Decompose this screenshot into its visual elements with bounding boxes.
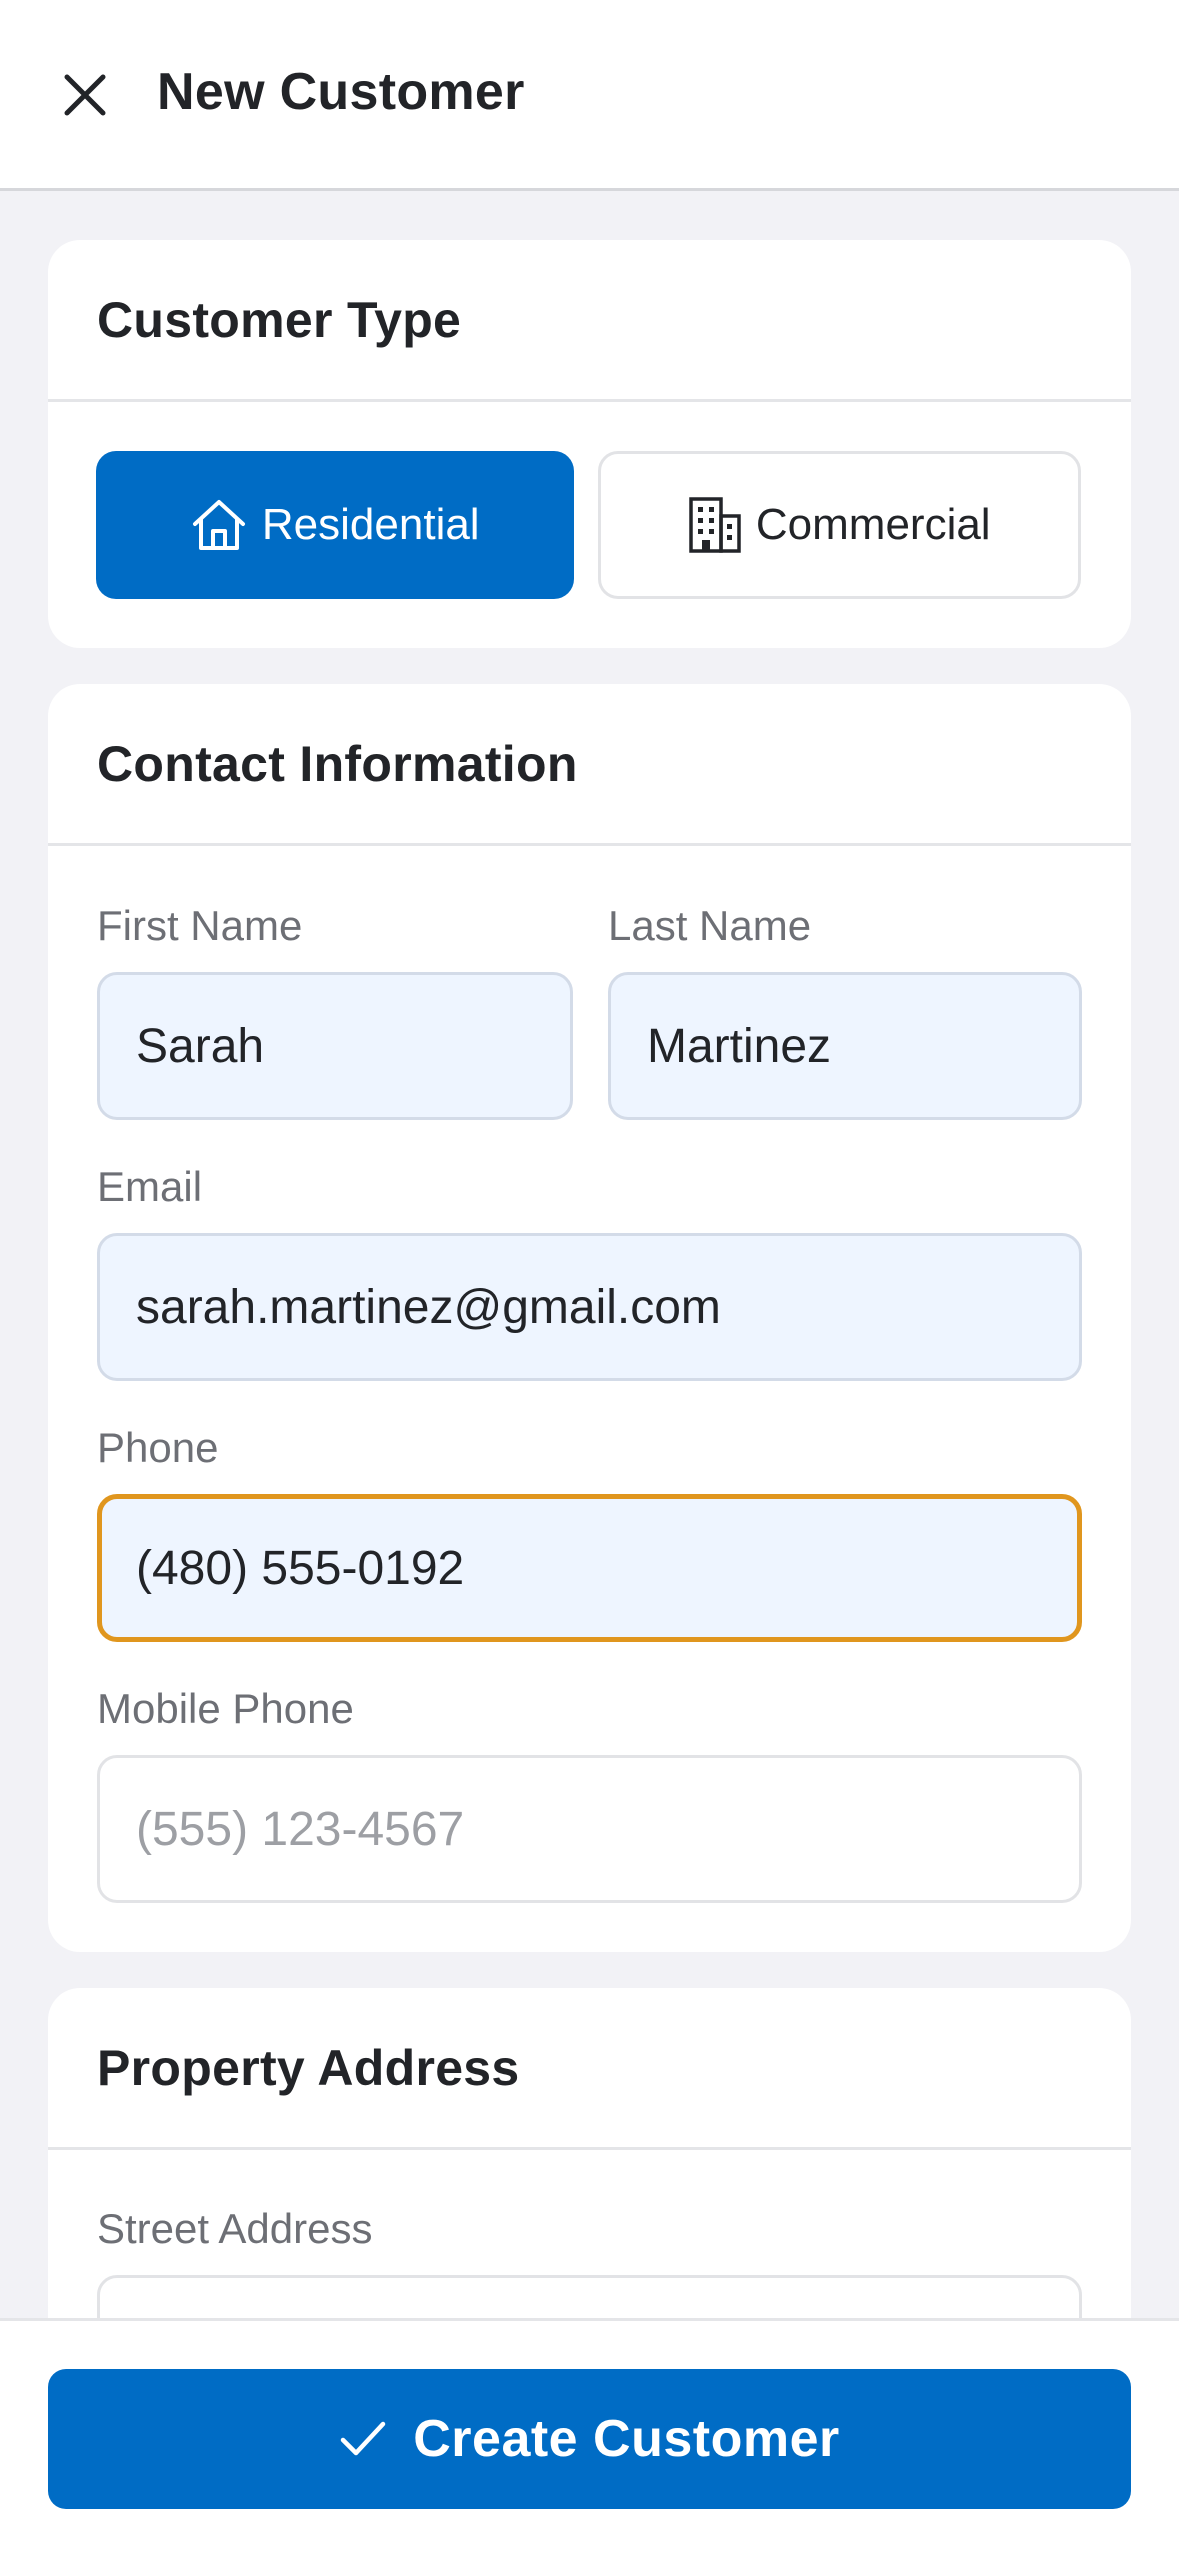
last-name-input[interactable] xyxy=(608,972,1082,1120)
page-title: New Customer xyxy=(157,63,525,121)
mobile-phone-input[interactable] xyxy=(97,1755,1082,1903)
form-scroll-area[interactable]: Customer Type Residential Commercial Con… xyxy=(0,194,1179,2318)
customer-type-card: Customer Type Residential Commercial xyxy=(48,240,1131,648)
last-name-label: Last Name xyxy=(608,902,812,949)
phone-input[interactable] xyxy=(97,1494,1082,1642)
property-address-title: Property Address xyxy=(97,2039,520,2096)
create-customer-button[interactable]: Create Customer xyxy=(48,2369,1131,2509)
close-icon xyxy=(64,74,106,116)
house-icon xyxy=(192,500,245,550)
street-address-input[interactable] xyxy=(97,2275,1082,2318)
contact-information-card: Contact Information First Name Last Name… xyxy=(48,684,1131,1952)
property-address-card: Property Address Street Address xyxy=(48,1988,1131,2318)
building-icon xyxy=(689,497,741,553)
street-address-label: Street Address xyxy=(97,2205,373,2252)
residential-label: Residential xyxy=(261,500,480,549)
customer-type-title: Customer Type xyxy=(97,291,462,348)
customer-type-header: Customer Type xyxy=(48,240,1131,402)
mobile-phone-label: Mobile Phone xyxy=(97,1685,354,1732)
bottom-action-bar: Create Customer xyxy=(0,2318,1179,2556)
email-input[interactable] xyxy=(97,1233,1082,1381)
create-customer-label: Create Customer xyxy=(413,2410,840,2468)
first-name-label: First Name xyxy=(97,902,303,949)
residential-button[interactable]: Residential xyxy=(96,451,574,599)
phone-label: Phone xyxy=(97,1424,219,1471)
contact-information-title: Contact Information xyxy=(97,735,578,792)
header-bar: New Customer xyxy=(0,0,1179,191)
commercial-button[interactable]: Commercial xyxy=(597,451,1081,599)
customer-type-options: Residential Commercial xyxy=(96,451,1081,599)
property-address-header: Property Address xyxy=(48,1988,1131,2150)
close-button[interactable] xyxy=(50,60,120,130)
first-name-input[interactable] xyxy=(97,972,573,1120)
checkmark-icon xyxy=(340,2421,386,2456)
commercial-label: Commercial xyxy=(755,500,991,549)
app-root: New Customer Customer Type Residential C… xyxy=(0,0,1179,2556)
contact-information-header: Contact Information xyxy=(48,684,1131,846)
email-label: Email xyxy=(97,1163,203,1210)
